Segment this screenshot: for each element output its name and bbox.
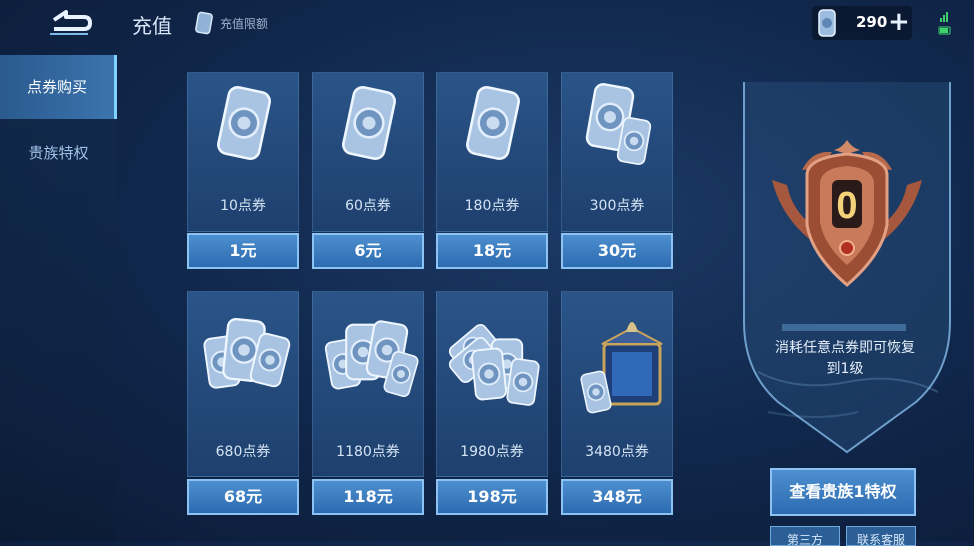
view-noble-privilege-button[interactable]: 查看贵族1特权 (770, 468, 916, 516)
product-price-button[interactable]: 18元 (436, 233, 548, 269)
vip-progress-bar (782, 324, 906, 331)
third-party-button[interactable]: 第三方 (770, 526, 840, 546)
currency-display: 290 + (812, 6, 912, 40)
vip-description: 消耗任意点券即可恢复到1级 (775, 340, 915, 377)
voucher-icon (195, 11, 213, 35)
product-amount-label: 680点券 (215, 444, 271, 460)
product-price-button[interactable]: 6元 (312, 233, 424, 269)
treasure-chest-icon (562, 292, 674, 446)
top-bar: 充值 充值限额 290 + (0, 0, 974, 48)
sidebar-item-buy-vouchers[interactable]: 点券购买 (0, 55, 117, 119)
triple-voucher-icon (188, 292, 300, 446)
product-price-button[interactable]: 198元 (436, 479, 548, 515)
voucher-icon (816, 8, 838, 42)
quad-voucher-icon (313, 292, 425, 446)
product-amount-label: 300点券 (589, 198, 645, 214)
currency-amount: 290 (856, 13, 888, 31)
sidebar-item-noble-privileges[interactable]: 贵族特权 (0, 121, 117, 185)
sidebar: 点券购买 贵族特权 (0, 55, 117, 541)
product-price-button[interactable]: 68元 (187, 479, 299, 515)
add-currency-button[interactable]: + (888, 9, 910, 35)
product-amount-label: 10点券 (220, 198, 266, 214)
contact-support-button[interactable]: 联系客服 (846, 526, 916, 546)
product-amount-label: 1980点券 (460, 444, 524, 460)
product-price-button[interactable]: 1元 (187, 233, 299, 269)
vip-level-badge-icon: 0 (772, 140, 922, 287)
product-price-button[interactable]: 118元 (312, 479, 424, 515)
vip-level-number: 0 (836, 185, 857, 227)
signal-battery-icon (938, 10, 952, 42)
product-amount-label: 3480点券 (585, 444, 649, 460)
product-price-button[interactable]: 348元 (561, 479, 673, 515)
back-button[interactable] (40, 6, 96, 40)
recharge-limit-label: 充值限额 (220, 16, 269, 31)
page-title: 充值 (132, 14, 172, 38)
stack-voucher-icon (437, 292, 549, 446)
recharge-limit-button[interactable]: 充值限额 (194, 10, 268, 36)
product-amount-label: 180点券 (464, 198, 520, 214)
vip-panel: 0 消耗任意点券即可恢复到1级 (738, 72, 956, 458)
product-amount-label: 1180点券 (336, 444, 400, 460)
product-price-button[interactable]: 30元 (561, 233, 673, 269)
back-arrow-icon (50, 10, 92, 35)
product-amount-label: 60点券 (345, 198, 391, 214)
